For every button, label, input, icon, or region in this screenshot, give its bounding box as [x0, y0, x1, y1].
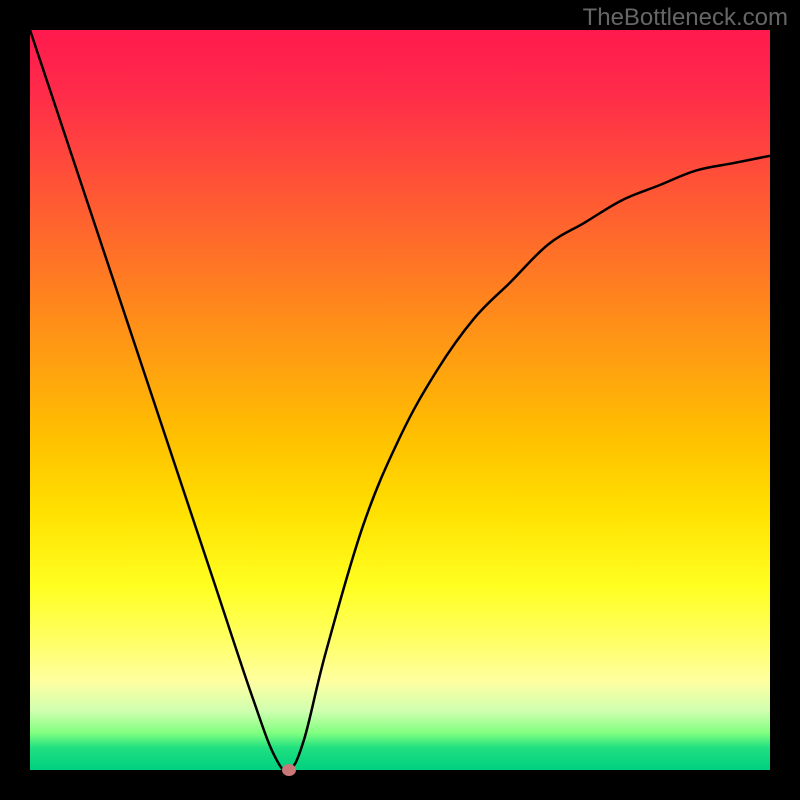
watermark-text: TheBottleneck.com: [583, 4, 788, 32]
minimum-marker-dot: [282, 764, 296, 776]
bottleneck-curve: [30, 30, 770, 770]
chart-plot-area: [30, 30, 770, 770]
